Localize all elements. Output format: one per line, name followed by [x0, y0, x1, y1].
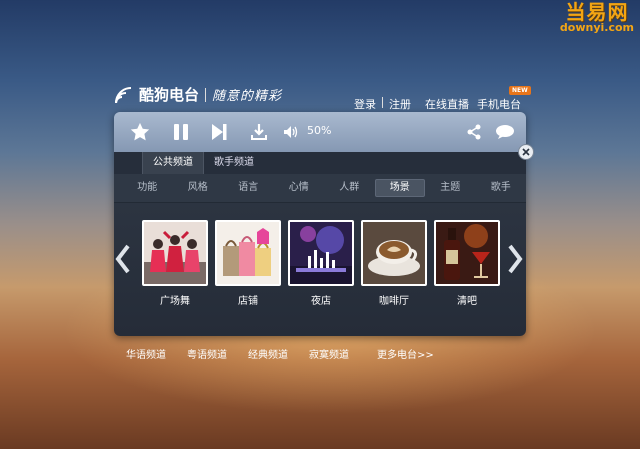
- channel-thumbnail: [361, 220, 427, 286]
- pause-icon[interactable]: [170, 112, 192, 152]
- channel-label: 广场舞: [160, 296, 190, 307]
- channel-label: 店铺: [238, 296, 258, 307]
- tab-public-channels[interactable]: 公共频道: [142, 152, 204, 174]
- channel-label: 夜店: [311, 296, 331, 307]
- category-theme[interactable]: 主题: [425, 180, 476, 196]
- category-scene[interactable]: 场景: [374, 179, 426, 197]
- watermark-brand: 当易网: [565, 0, 629, 24]
- watermark: 当易网 downyi.com: [560, 2, 634, 33]
- channel-grid: 广场舞 店铺 夜店 咖啡厅 清吧: [114, 203, 526, 336]
- link-divider: [382, 97, 383, 108]
- next-track-icon[interactable]: [208, 112, 230, 152]
- player-toolbar: 50%: [114, 112, 526, 152]
- login-link[interactable]: 登录: [354, 96, 376, 112]
- cantonese-channel-link[interactable]: 粤语频道: [187, 346, 227, 361]
- channel-card-nightclub[interactable]: 夜店: [288, 220, 354, 307]
- channel-label: 清吧: [457, 296, 477, 307]
- category-function[interactable]: 功能: [122, 180, 173, 196]
- channel-thumbnail: [288, 220, 354, 286]
- volume-value: 50%: [307, 124, 332, 137]
- share-icon[interactable]: [464, 112, 484, 152]
- channel-card-lounge-bar[interactable]: 清吧: [434, 220, 500, 307]
- classic-channel-link[interactable]: 经典频道: [248, 346, 288, 361]
- category-bar: 功能 风格 语言 心情 人群 场景 主题 歌手: [114, 174, 526, 203]
- top-links: 登录 注册 在线直播 手机电台: [354, 96, 521, 112]
- radio-signal-icon: [115, 86, 132, 103]
- register-link[interactable]: 注册: [389, 96, 411, 112]
- comment-icon[interactable]: [494, 112, 516, 152]
- category-crowd[interactable]: 人群: [324, 180, 375, 196]
- lonely-channel-link[interactable]: 寂寞频道: [309, 346, 349, 361]
- brand-divider: [205, 87, 207, 102]
- tab-singer-channels[interactable]: 歌手频道: [204, 152, 264, 174]
- watermark-domain: downyi.com: [559, 21, 634, 34]
- brand-name: 酷狗电台: [139, 86, 200, 104]
- mandarin-channel-link[interactable]: 华语频道: [126, 346, 166, 361]
- channel-tabs: 公共频道 歌手频道: [114, 152, 526, 174]
- channel-card-cafe[interactable]: 咖啡厅: [361, 220, 427, 307]
- category-singer[interactable]: 歌手: [476, 180, 526, 196]
- prev-page-icon[interactable]: [112, 242, 134, 276]
- new-badge: NEW: [509, 86, 531, 95]
- category-language[interactable]: 语言: [223, 180, 274, 196]
- channel-label: 咖啡厅: [379, 296, 409, 307]
- category-style[interactable]: 风格: [173, 180, 224, 196]
- download-icon[interactable]: [248, 112, 270, 152]
- volume-icon[interactable]: [282, 112, 300, 152]
- live-link[interactable]: 在线直播: [425, 96, 469, 112]
- channel-thumbnail: [215, 220, 281, 286]
- channel-thumbnail: [142, 220, 208, 286]
- close-icon[interactable]: [518, 144, 534, 160]
- next-page-icon[interactable]: [504, 242, 526, 276]
- channel-card-square-dance[interactable]: 广场舞: [142, 220, 208, 307]
- mobile-radio-link[interactable]: 手机电台: [477, 96, 521, 112]
- brand-header: 酷狗电台 随意的精彩: [113, 84, 282, 105]
- favorite-star-icon[interactable]: [128, 112, 152, 152]
- category-mood[interactable]: 心情: [274, 180, 325, 196]
- bottom-channel-links: 华语频道 粤语频道 经典频道 寂寞频道 更多电台>>: [126, 346, 455, 361]
- channel-thumbnail: [434, 220, 500, 286]
- brand-slogan: 随意的精彩: [212, 89, 283, 104]
- radio-panel: 50% 公共频道 歌手频道 功能 风格 语言 心情 人群 场景 主题 歌手 广场…: [114, 112, 526, 336]
- channel-card-shop[interactable]: 店铺: [215, 220, 281, 307]
- more-stations-link[interactable]: 更多电台>>: [377, 346, 434, 361]
